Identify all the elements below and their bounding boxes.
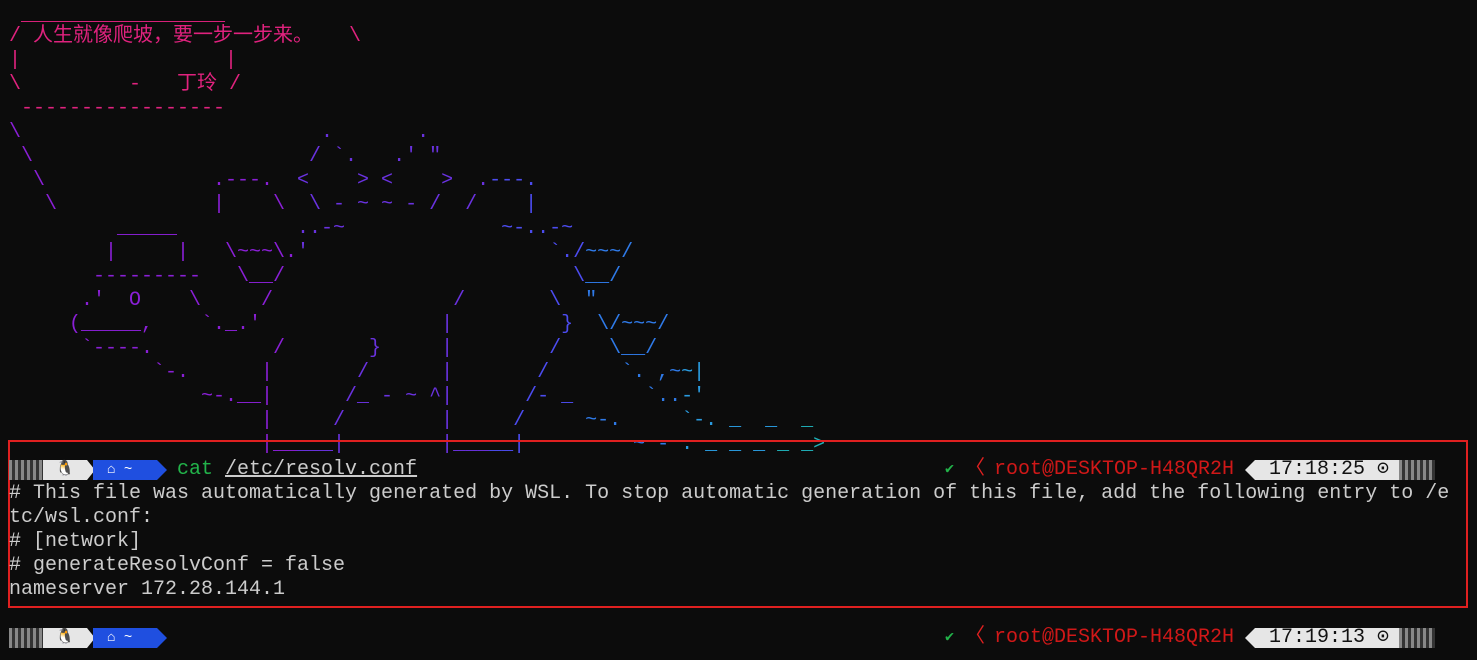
ascii-art-line: _____ ..-~ ~-..-~ [105, 217, 574, 240]
ascii-art-line: .' O \ / / \ " [9, 289, 598, 312]
chevron-left-icon: 〈 [965, 458, 985, 481]
linux-icon: 🐧 [43, 460, 87, 480]
ascii-art-line: | | \~~~\.' `./~~~/ [105, 241, 634, 264]
home-label: ~ [123, 630, 133, 646]
clock-icon: ⊙ [1377, 458, 1390, 481]
ascii-art-line: | / | / ~-. `-. _ _ _ [201, 409, 814, 432]
home-directory-segment: ⌂ ~ [93, 628, 157, 648]
ascii-art-line: \ | \ \ - ~ ~ - / / | [9, 193, 538, 216]
ascii-art-line: \ / `. .' " [9, 145, 442, 168]
success-check-icon: ✔ [945, 461, 955, 478]
ascii-art-line: ~-.__| /_ - ~ ^| /- _ `..-' [201, 385, 706, 408]
home-label: ~ [123, 462, 133, 478]
shell-prompt: 🐧 ⌂ ~ cat /etc/resolv.conf ✔ 〈 root@DESK… [9, 458, 1469, 482]
shell-prompt: 🐧 ⌂ ~ ✔ 〈 root@DESKTOP-H48QR2H 17:19:13 … [9, 626, 1469, 650]
ascii-art-line: `-. | / | / `. ,~~| [105, 361, 706, 384]
time-segment: 17:18:25 ⊙ [1255, 460, 1399, 480]
prompt-time: 17:19:13 [1269, 626, 1366, 649]
home-icon: ⌂ [107, 462, 116, 478]
prompt-time: 17:18:25 [1269, 458, 1366, 481]
command-line[interactable]: cat /etc/resolv.conf [177, 458, 417, 482]
segment-arrow [157, 460, 167, 480]
user-host: root@DESKTOP-H48QR2H [994, 626, 1235, 649]
ascii-art-line: --------- \__/ \__/ [9, 265, 622, 288]
linux-icon: 🐧 [43, 628, 87, 648]
ascii-art-line: \ . . [9, 121, 430, 144]
segment-arrow [157, 628, 167, 648]
output-line: nameserver 172.28.144.1 [9, 578, 286, 601]
prompt-dots-right [1399, 460, 1435, 480]
prompt-dots-left [9, 460, 45, 480]
prompt-dots-left [9, 628, 45, 648]
output-line: # generateResolvConf = false [9, 554, 346, 577]
home-directory-segment: ⌂ ~ [93, 460, 157, 480]
ascii-art-line: \ .---. < > < > .---. [9, 169, 538, 192]
success-check-icon: ✔ [945, 629, 955, 646]
clock-icon: ⊙ [1377, 626, 1390, 649]
segment-arrow [1245, 460, 1255, 480]
output-line: # This file was automatically generated … [9, 482, 1450, 505]
segment-arrow [1245, 628, 1255, 648]
time-segment: 17:19:13 ⊙ [1255, 628, 1399, 648]
home-icon: ⌂ [107, 630, 116, 646]
prompt-dots-right [1399, 628, 1435, 648]
ascii-art-line: `----. / } | / \__/ [9, 337, 658, 360]
chevron-left-icon: 〈 [965, 626, 985, 649]
ascii-art-line: (_____, `._.' | } \/~~~/ [9, 313, 670, 336]
output-line: # [network] [9, 530, 142, 553]
ascii-stegosaurus-art: \ . . \ / `. .' " \ .---. < > < > .---. … [0, 0, 1000, 460]
output-line: tc/wsl.conf: [9, 506, 154, 529]
command-argument: /etc/resolv.conf [225, 458, 418, 481]
command-verb: cat [177, 458, 214, 481]
user-host: root@DESKTOP-H48QR2H [994, 458, 1235, 481]
